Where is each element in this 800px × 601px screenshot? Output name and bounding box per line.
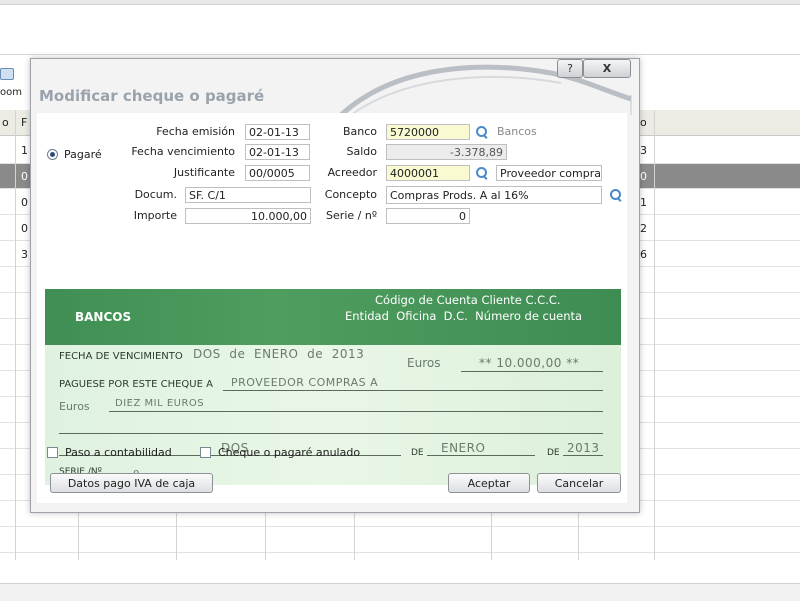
grid-cell: 1 bbox=[21, 144, 28, 157]
concepto-label: Concepto bbox=[324, 188, 377, 201]
grid-cell: 0 bbox=[21, 222, 28, 235]
cheque-vencimiento-label: FECHA DE VENCIMIENTO bbox=[59, 351, 183, 362]
cheque-euros-label: Euros bbox=[407, 356, 441, 370]
fecha-emision-field[interactable]: 02-01-13 bbox=[245, 124, 310, 140]
grid-cell: 0 bbox=[21, 170, 28, 183]
justificante-field[interactable]: 00/0005 bbox=[245, 165, 310, 181]
cheque-paguese-label: PAGUESE POR ESTE CHEQUE A bbox=[59, 379, 213, 390]
docum-label: Docum. bbox=[134, 188, 177, 201]
grid-cell: 0 bbox=[640, 170, 647, 183]
acreedor-label: Acreedor bbox=[327, 166, 377, 179]
fecha-vencimiento-label: Fecha vencimiento bbox=[131, 145, 235, 158]
grid-line bbox=[0, 526, 800, 527]
saldo-label: Saldo bbox=[346, 145, 378, 158]
cheque-ccc-title: Código de Cuenta Cliente C.C.C. bbox=[375, 293, 561, 307]
justificante-label: Justificante bbox=[173, 166, 235, 179]
concepto-search-icon[interactable] bbox=[609, 188, 623, 202]
grid-col-line bbox=[15, 110, 16, 560]
fecha-vencimiento-field[interactable]: 02-01-13 bbox=[245, 144, 310, 160]
grid-header-cell: o bbox=[640, 116, 647, 129]
banco-name: Bancos bbox=[497, 125, 537, 138]
cheque-month-line bbox=[427, 455, 535, 456]
acreedor-search-icon[interactable] bbox=[475, 166, 489, 180]
close-button[interactable]: X bbox=[583, 59, 631, 78]
search-icon-handle bbox=[616, 197, 622, 202]
status-bar bbox=[0, 583, 800, 601]
serie-label: Serie / nº bbox=[326, 209, 377, 222]
anulado-checkbox[interactable] bbox=[200, 447, 211, 458]
grid-header-cell: F bbox=[21, 116, 28, 129]
cheque-month-value: ENERO bbox=[441, 441, 486, 455]
cheque-euros-words-label: Euros bbox=[59, 400, 90, 413]
cheque-ccc-fields: Entidad Oficina D.C. Número de cuenta bbox=[345, 309, 583, 323]
cancelar-button[interactable]: Cancelar bbox=[537, 473, 621, 493]
cheque-words-line bbox=[109, 411, 603, 412]
importe-field[interactable]: 10.000,00 bbox=[185, 208, 311, 224]
grid-line bbox=[0, 552, 800, 553]
dialog-title: Modificar cheque o pagaré bbox=[39, 87, 265, 105]
grid-cell: 0 bbox=[21, 196, 28, 209]
cheque-de-label-1: DE bbox=[411, 448, 424, 458]
modify-cheque-dialog: Modificar cheque o pagaré ? X Pagaré Fec… bbox=[30, 58, 640, 513]
dialog-body: Pagaré Fecha emisión 02-01-13 Fecha venc… bbox=[37, 113, 627, 503]
grid-cell: 3 bbox=[21, 248, 28, 261]
serie-field[interactable]: 0 bbox=[386, 208, 470, 224]
cheque-de-label-2: DE bbox=[547, 448, 560, 458]
grid-cell: 3 bbox=[640, 144, 647, 157]
banco-label: Banco bbox=[342, 125, 377, 138]
search-icon-handle bbox=[482, 175, 488, 180]
acreedor-name-field: Proveedor compras A bbox=[496, 165, 602, 181]
datos-iva-button[interactable]: Datos pago IVA de caja bbox=[50, 473, 213, 493]
aceptar-button[interactable]: Aceptar bbox=[448, 473, 530, 493]
cheque-bank-name: BANCOS bbox=[75, 310, 132, 324]
paso-contabilidad-checkbox[interactable] bbox=[47, 447, 58, 458]
zoom-icon bbox=[0, 68, 14, 80]
zoom-label: oom bbox=[0, 87, 22, 98]
fecha-emision-label: Fecha emisión bbox=[156, 125, 235, 138]
cheque-year-line bbox=[563, 455, 603, 456]
help-button[interactable]: ? bbox=[557, 59, 583, 78]
app-toolbar-strip bbox=[0, 0, 800, 5]
cheque-amount-words: DIEZ MIL EUROS bbox=[115, 398, 205, 409]
search-icon-handle bbox=[482, 134, 488, 139]
grid-cell: 1 bbox=[640, 196, 647, 209]
pagare-radio[interactable] bbox=[47, 149, 58, 160]
cheque-year-value: 2013 bbox=[567, 441, 600, 455]
cheque-vencimiento-value: DOS de ENERO de 2013 bbox=[193, 347, 365, 361]
paso-contabilidad-label: Paso a contabilidad bbox=[65, 446, 172, 459]
pagare-label: Pagaré bbox=[64, 148, 102, 161]
cheque-payee-line bbox=[223, 390, 603, 391]
cheque-amount-value: ** 10.000,00 ** bbox=[479, 356, 580, 370]
docum-field[interactable]: SF. C/1 bbox=[185, 187, 311, 203]
concepto-field[interactable]: Compras Prods. A al 16% bbox=[386, 186, 602, 204]
zoom-button[interactable]: oom bbox=[0, 66, 28, 106]
saldo-field: -3.378,89 bbox=[386, 144, 507, 160]
cheque-payee-value: PROVEEDOR COMPRAS A bbox=[231, 376, 379, 389]
cheque-amount-line bbox=[461, 371, 603, 372]
grid-cell: 2 bbox=[640, 222, 647, 235]
grid-header-cell: o bbox=[2, 116, 9, 129]
grid-col-line bbox=[654, 110, 655, 560]
acreedor-field[interactable]: 4000001 bbox=[386, 165, 470, 181]
banco-search-icon[interactable] bbox=[475, 125, 489, 139]
importe-label: Importe bbox=[133, 209, 177, 222]
ribbon-separator bbox=[0, 54, 800, 55]
anulado-label: Cheque o pagaré anulado bbox=[218, 446, 361, 459]
radio-selected-dot bbox=[50, 152, 55, 157]
cheque-words-line-2 bbox=[59, 433, 603, 434]
cheque-header: BANCOS Código de Cuenta Cliente C.C.C. E… bbox=[45, 289, 621, 345]
banco-field[interactable]: 5720000 bbox=[386, 124, 470, 140]
grid-cell: 6 bbox=[640, 248, 647, 261]
